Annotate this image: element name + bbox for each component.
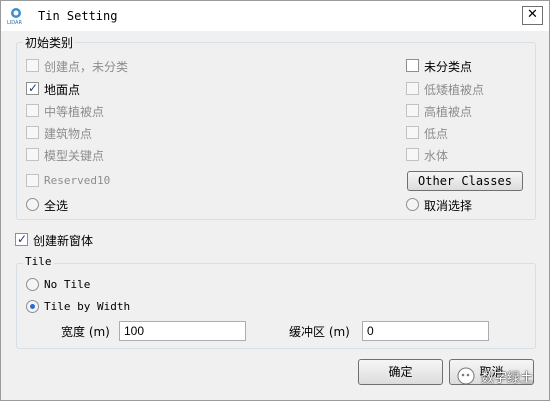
label-low-point: 低点: [424, 127, 449, 141]
checkbox-unclassified[interactable]: [406, 59, 419, 72]
tile-legend: Tile: [23, 255, 54, 268]
buffer-input[interactable]: [362, 321, 489, 341]
ok-button[interactable]: 确定: [358, 359, 443, 385]
checkbox-medium-vegetation[interactable]: [26, 104, 39, 117]
radio-tile-by-width[interactable]: [26, 300, 39, 313]
label-width: 宽度 (m): [61, 325, 110, 339]
label-select-all: 全选: [44, 199, 69, 213]
tin-setting-dialog: LIDAR Tin Setting ✕ 初始类别 创建点，未分类 ✓ 地面点 中…: [0, 0, 550, 401]
radio-selected-dot: [30, 304, 35, 309]
checkbox-created-unclassified[interactable]: [26, 59, 39, 72]
label-model-key-points: 模型关键点: [44, 149, 105, 163]
initial-classes-legend: 初始类别: [23, 34, 76, 51]
checkbox-create-new-window[interactable]: ✓: [15, 232, 28, 246]
label-buffer: 缓冲区 (m): [289, 325, 350, 339]
window-title: Tin Setting: [38, 9, 118, 23]
checkbox-building[interactable]: [26, 126, 39, 139]
checkbox-water[interactable]: [406, 148, 419, 161]
label-high-vegetation: 高植被点: [424, 105, 473, 119]
other-classes-button[interactable]: Other Classes: [407, 171, 523, 191]
label-no-tile: No Tile: [44, 278, 91, 291]
radio-deselect[interactable]: [406, 198, 419, 211]
label-unclassified: 未分类点: [424, 60, 473, 74]
label-medium-vegetation: 中等植被点: [44, 105, 105, 119]
label-reserved10: Reserved10: [44, 174, 111, 187]
label-deselect: 取消选择: [424, 199, 473, 213]
label-low-vegetation: 低矮植被点: [424, 83, 485, 97]
checkbox-reserved10[interactable]: [26, 174, 39, 187]
title-bar: LIDAR Tin Setting ✕: [1, 1, 549, 31]
checkbox-low-point[interactable]: [406, 126, 419, 139]
checkmark-icon: ✓: [16, 232, 28, 246]
checkbox-low-vegetation[interactable]: [406, 82, 419, 95]
label-ground: 地面点: [44, 83, 81, 97]
label-create-new-window: 创建新窗体: [33, 234, 94, 248]
radio-no-tile[interactable]: [26, 278, 39, 291]
label-water: 水体: [424, 149, 449, 163]
checkbox-model-key-points[interactable]: [26, 148, 39, 161]
app-logo-icon: LIDAR: [7, 8, 22, 25]
label-created-unclassified: 创建点，未分类: [44, 60, 129, 74]
label-tile-by-width: Tile by Width: [44, 300, 131, 313]
watermark-text: 数字绿土: [481, 371, 534, 386]
radio-select-all[interactable]: [26, 198, 39, 211]
close-button[interactable]: ✕: [522, 6, 543, 25]
close-icon: ✕: [527, 7, 538, 22]
checkmark-icon: ✓: [27, 81, 39, 95]
svg-text:LIDAR: LIDAR: [7, 20, 22, 25]
width-input[interactable]: [119, 321, 246, 341]
checkbox-high-vegetation[interactable]: [406, 104, 419, 117]
label-building: 建筑物点: [44, 127, 93, 141]
checkbox-ground[interactable]: ✓: [26, 81, 39, 95]
